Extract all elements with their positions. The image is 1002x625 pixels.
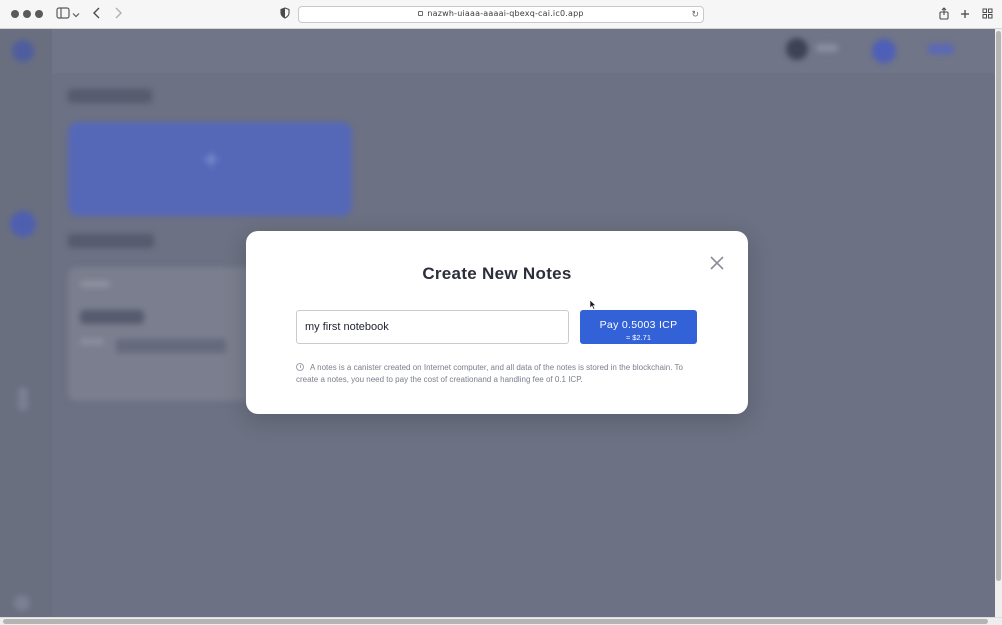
app-header <box>0 29 995 73</box>
browser-toolbar: nazwh-uiaaa-aaaai-qbexq-cai.ic0.app ↻ <box>0 0 1002 29</box>
minimize-window-button[interactable] <box>23 10 31 18</box>
tabs-grid-icon[interactable] <box>979 7 995 23</box>
horizontal-scrollbar-thumb[interactable] <box>3 619 988 624</box>
card-value <box>80 310 144 324</box>
sidebar-nav-icon <box>10 211 36 237</box>
url-text: nazwh-uiaaa-aaaai-qbexq-cai.ic0.app <box>427 9 584 18</box>
vertical-scrollbar-thumb[interactable] <box>996 31 1001 581</box>
close-window-button[interactable] <box>11 10 19 18</box>
header-action-icon <box>872 39 896 63</box>
reload-icon[interactable]: ↻ <box>691 9 699 20</box>
app-sidebar <box>0 29 52 617</box>
share-icon[interactable] <box>936 7 952 23</box>
app-logo <box>12 40 34 62</box>
sidebar-icon[interactable] <box>55 7 71 23</box>
sidebar-nav-icon <box>14 595 30 611</box>
info-icon <box>296 363 304 371</box>
sidebar-nav-icon <box>18 387 28 411</box>
lock-icon <box>418 11 424 16</box>
address-bar[interactable]: nazwh-uiaaa-aaaai-qbexq-cai.ic0.app ↻ <box>298 6 704 23</box>
create-notes-modal: Create New Notes Pay 0.5003 ICP ≈ $2.71 … <box>246 231 748 414</box>
chevron-left-icon[interactable] <box>89 7 105 23</box>
shield-icon[interactable] <box>277 7 293 23</box>
section-heading <box>68 89 152 103</box>
notes-name-input[interactable] <box>296 310 569 344</box>
mouse-cursor-icon <box>590 300 597 310</box>
maximize-window-button[interactable] <box>35 10 43 18</box>
avatar <box>786 38 808 60</box>
section-heading <box>68 234 154 248</box>
card-text <box>116 339 226 353</box>
pay-button-label: Pay 0.5003 ICP <box>599 318 678 331</box>
header-action-icon <box>928 44 954 54</box>
info-text: A notes is a canister created on Interne… <box>296 363 683 384</box>
plus-icon: + <box>202 144 220 175</box>
card-text <box>80 339 104 344</box>
pay-button-sub-label: ≈ $2.71 <box>626 332 651 342</box>
chevron-right-icon[interactable] <box>110 7 126 23</box>
card-text <box>80 281 110 287</box>
chevron-down-icon[interactable] <box>71 7 81 23</box>
account-label <box>816 44 838 52</box>
pay-button[interactable]: Pay 0.5003 ICP ≈ $2.71 <box>580 310 697 344</box>
plus-icon[interactable] <box>957 7 973 23</box>
modal-title: Create New Notes <box>422 264 572 283</box>
info-message: A notes is a canister created on Interne… <box>296 362 696 385</box>
